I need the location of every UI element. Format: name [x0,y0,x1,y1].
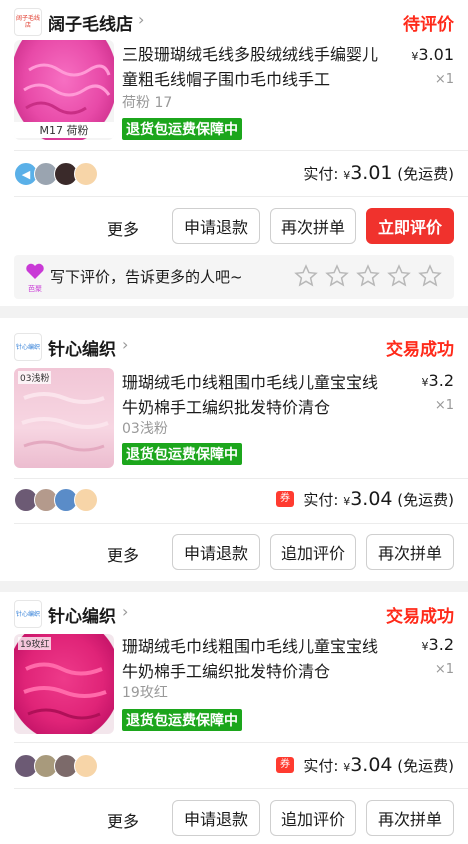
thumbnail-label: 19玫红 [18,637,52,650]
product-price: ¥3.2 [421,635,454,654]
paid-amount: 实付: ¥3.04 (免运费) [303,488,454,510]
divider [14,478,468,479]
add-review-button[interactable]: 追加评价 [270,534,356,570]
apply-refund-button[interactable]: 申请退款 [172,208,260,244]
group-avatars[interactable]: ◀ [14,162,98,186]
review-mascot-icon: 芭聚 [24,263,46,293]
reorder-button[interactable]: 再次拼单 [270,208,356,244]
refund-shipping-badge: 退货包运费保障中 [122,709,242,731]
shop-logo[interactable]: 阔子毛线店 [14,8,42,36]
group-avatars[interactable] [14,754,98,778]
apply-refund-button[interactable]: 申请退款 [172,534,260,570]
shop-name[interactable]: 阔子毛线店 [48,10,133,35]
thumbnail-label: 03浅粉 [18,371,52,384]
shop-logo[interactable]: 针心编织 [14,600,42,628]
product-quantity: ×1 [434,72,454,87]
divider [14,196,468,197]
order-card: 针心编织 针心编织 › 交易成功 19玫红 珊瑚绒毛巾线粗围巾毛线儿童宝宝线牛奶… [0,592,468,844]
star-icon[interactable] [387,264,411,288]
product-price: ¥3.01 [411,45,454,64]
refund-shipping-badge: 退货包运费保障中 [122,443,242,465]
order-card: 针心编织 针心编织 › 交易成功 03浅粉 珊瑚绒毛巾线粗围巾毛线儿童宝宝线牛奶… [0,318,468,581]
chevron-right-icon[interactable]: › [122,602,128,621]
avatar [74,488,98,512]
reorder-button[interactable]: 再次拼单 [366,800,454,836]
apply-refund-button[interactable]: 申请退款 [172,800,260,836]
reorder-button[interactable]: 再次拼单 [366,534,454,570]
divider [14,150,468,151]
divider [14,742,468,743]
star-icon[interactable] [356,264,380,288]
order-card: 阔子毛线店 阔子毛线店 › 待评价 M17 荷粉 三股珊瑚绒毛线多股绒绒线手编婴… [0,0,468,306]
product-title[interactable]: 三股珊瑚绒毛线多股绒绒线手编婴儿童粗毛线帽子围巾毛巾线手工 [122,42,392,92]
divider [14,788,468,789]
order-status: 交易成功 [386,340,454,360]
more-button[interactable]: 更多 [107,808,139,832]
review-prompt-text: 写下评价，告诉更多的人吧~ [50,268,243,286]
product-price: ¥3.2 [421,371,454,390]
product-thumbnail[interactable]: 19玫红 [14,634,114,734]
review-prompt-bar[interactable]: 芭聚 写下评价，告诉更多的人吧~ [14,255,454,299]
group-avatars[interactable] [14,488,98,512]
refund-shipping-badge: 退货包运费保障中 [122,118,242,140]
avatar [74,754,98,778]
thumbnail-caption: M17 荷粉 [14,122,114,138]
product-title[interactable]: 珊瑚绒毛巾线粗围巾毛线儿童宝宝线牛奶棉手工编织批发特价清仓 [122,634,392,684]
shop-name[interactable]: 针心编织 [48,602,116,627]
avatar [74,162,98,186]
chevron-right-icon[interactable]: › [122,335,128,354]
more-button[interactable]: 更多 [107,216,139,240]
coupon-icon[interactable]: 券 [276,491,294,507]
coupon-icon[interactable]: 券 [276,757,294,773]
rating-stars[interactable] [287,264,442,288]
product-sku: 03浅粉 [122,421,168,437]
product-thumbnail[interactable]: M17 荷粉 [14,40,114,140]
order-status: 待评价 [403,15,454,35]
paid-amount: 实付: ¥3.01 (免运费) [303,162,454,184]
more-button[interactable]: 更多 [107,542,139,566]
star-icon[interactable] [294,264,318,288]
divider [14,523,468,524]
star-icon[interactable] [325,264,349,288]
order-status: 交易成功 [386,607,454,627]
review-now-button[interactable]: 立即评价 [366,208,454,244]
star-icon[interactable] [418,264,442,288]
paid-amount: 实付: ¥3.04 (免运费) [303,754,454,776]
product-thumbnail[interactable]: 03浅粉 [14,368,114,468]
shop-logo[interactable]: 针心编织 [14,333,42,361]
product-sku: 19玫红 [122,685,168,701]
shop-name[interactable]: 针心编织 [48,335,116,360]
add-review-button[interactable]: 追加评价 [270,800,356,836]
product-sku: 荷粉 17 [122,95,173,111]
product-quantity: ×1 [434,662,454,677]
chevron-right-icon[interactable]: › [138,10,144,29]
product-title[interactable]: 珊瑚绒毛巾线粗围巾毛线儿童宝宝线牛奶棉手工编织批发特价清仓 [122,370,392,420]
product-quantity: ×1 [434,398,454,413]
